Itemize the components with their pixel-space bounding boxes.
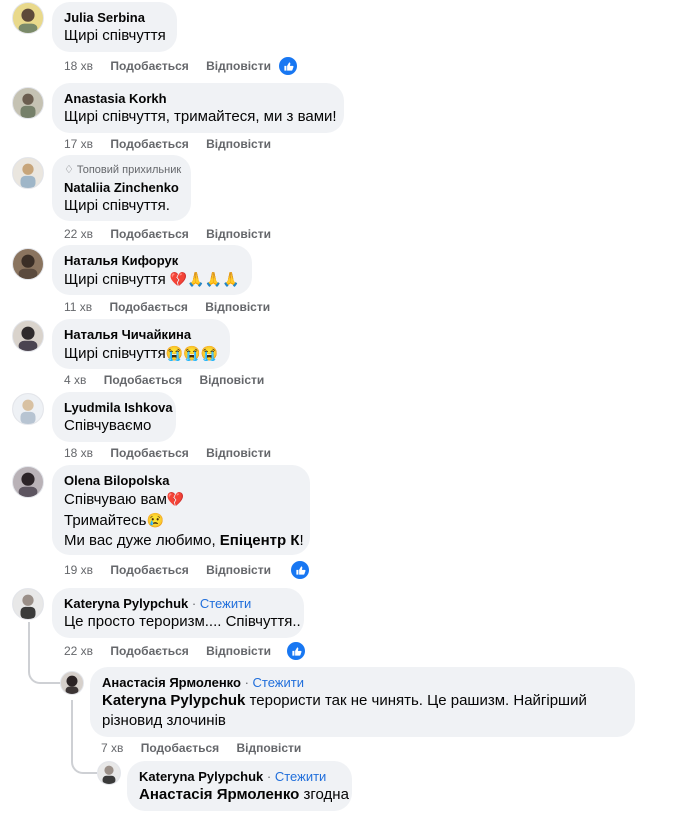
avatar[interactable] [12,393,44,425]
comment-text: Щирі співчуття [64,27,166,44]
avatar[interactable] [12,248,44,280]
reply-button[interactable]: Відповісти [205,300,270,314]
comment-text: Kateryna Pylypchuk терористи так не чиня… [102,692,587,709]
like-button[interactable]: Подобається [110,644,188,658]
like-reaction-icon[interactable] [285,640,307,662]
comment-text: Щирі співчуття, тримайтеся, ми з вами! [64,108,337,125]
comment-author: Kateryna Pylypchuk · Стежити [139,769,327,784]
comment-author[interactable]: Julia Serbina [64,10,165,26]
comment-time[interactable]: 11 хв [64,300,92,314]
avatar[interactable] [12,588,44,620]
comment-author[interactable]: Наталья Кифорук [64,253,240,269]
like-reaction-icon[interactable] [277,55,299,77]
comment-time[interactable]: 18 хв [64,59,93,73]
comment-author[interactable]: Nataliia Zinchenko [64,180,179,196]
comment-text: Співчуваємо [64,417,152,434]
comment-text: Ми вас дуже любимо, Епіцентр К! [64,532,304,549]
comment-actions: 22 хв Подобається Відповісти [64,643,285,659]
reply-button[interactable]: Відповісти [206,446,271,460]
sad-face-emoji: 😢 [146,512,164,528]
comment-author[interactable]: Anastasia Korkh [64,91,332,107]
like-button[interactable]: Подобається [110,59,188,73]
comment-text: різновид злочинів [102,712,226,729]
comment-actions: 19 хв Подобається Відповісти [64,562,285,578]
like-button[interactable]: Подобається [110,446,188,460]
comment-bubble: Наталья Кифорук Щирі співчуття 💔🙏🙏🙏 [52,245,252,295]
comment-bubble: Kateryna Pylypchuk · Стежити Анастасія Я… [127,761,352,811]
comment-text: Співчуваю вам💔 [64,491,185,508]
comment-author[interactable]: Lyudmila Ishkova [64,400,173,416]
comment-time[interactable]: 22 хв [64,227,93,241]
follow-link[interactable]: Стежити [253,675,304,690]
comment-bubble: Наталья Чичайкина Щирі співчуття😭😭😭 [52,319,230,369]
comment-author[interactable]: Olena Bilopolska [64,473,298,489]
reply-button[interactable]: Відповісти [206,563,271,577]
crying-emoji: 😭😭😭 [165,345,219,361]
page-mention[interactable]: Епіцентр К [220,532,300,549]
avatar[interactable] [60,671,84,695]
comment-actions: 11 хв Подобається Відповісти [64,299,284,315]
comment-text: Анастасія Ярмоленко згодна [139,786,349,803]
comment-text: Це просто тероризм.... Співчуття.. [64,613,301,630]
comment-bubble: Анастасія Ярмоленко · Стежити Kateryna P… [90,667,635,737]
broken-heart-emoji: 💔 [166,491,185,507]
user-mention[interactable]: Kateryna Pylypchuk [102,692,245,709]
broken-heart-praying-hands-emoji: 💔🙏🙏🙏 [169,271,240,287]
comment-actions: 18 хв Подобається Відповісти [64,445,285,461]
comment-text: Щирі співчуття. [64,197,170,214]
reply-button[interactable]: Відповісти [199,373,264,387]
comment-bubble: Anastasia Korkh Щирі співчуття, тримайте… [52,83,344,133]
comment-actions: 4 хв Подобається Відповісти [64,372,278,388]
comment-bubble: Julia Serbina Щирі співчуття [52,2,177,52]
comment-text: Тримайтесь😢 [64,512,164,529]
comment-author: Kateryna Pylypchuk · Стежити [64,596,252,611]
like-reaction-icon[interactable] [289,559,311,581]
like-button[interactable]: Подобається [110,563,188,577]
comment-text: Щирі співчуття 💔🙏🙏🙏 [64,271,240,288]
avatar[interactable] [12,87,44,119]
comment-actions: 18 хв Подобається Відповісти [64,58,285,74]
comment-actions: 17 хв Подобається Відповісти [64,136,285,152]
like-button[interactable]: Подобається [110,227,188,241]
comment-text: Щирі співчуття😭😭😭 [64,345,219,362]
avatar[interactable] [12,466,44,498]
avatar[interactable] [12,157,44,189]
comment-time[interactable]: 4 хв [64,373,86,387]
reply-button[interactable]: Відповісти [236,741,301,755]
comment-time[interactable]: 18 хв [64,446,93,460]
like-button[interactable]: Подобається [141,741,219,755]
top-fan-badge: ♢ Топовий прихильник [64,164,182,176]
comment-bubble: Lyudmila Ishkova Співчуваємо [52,392,176,442]
comment-bubble: ♢ Топовий прихильник Nataliia Zinchenko Щ… [52,155,191,221]
comment-author: Анастасія Ярмоленко · Стежити [102,675,304,690]
avatar[interactable] [12,2,44,34]
follow-link[interactable]: Стежити [275,769,326,784]
comment-time[interactable]: 22 хв [64,644,93,658]
like-button[interactable]: Подобається [104,373,182,387]
comment-time[interactable]: 7 хв [101,741,123,755]
diamond-icon: ♢ [64,164,74,176]
user-mention[interactable]: Анастасія Ярмоленко [139,786,299,803]
avatar[interactable] [97,761,121,785]
comment-time[interactable]: 17 хв [64,137,93,151]
comment-bubble: Kateryna Pylypchuk · Стежити Це просто т… [52,588,304,638]
reply-button[interactable]: Відповісти [206,644,271,658]
comment-author[interactable]: Наталья Чичайкина [64,327,218,343]
comment-actions: 7 хв Подобається Відповісти [101,740,315,756]
comment-bubble: Olena Bilopolska Співчуваю вам💔 Тримайте… [52,465,310,555]
comment-time[interactable]: 19 хв [64,563,93,577]
follow-link[interactable]: Стежити [200,596,251,611]
reply-button[interactable]: Відповісти [206,59,271,73]
comment-actions: 22 хв Подобається Відповісти [64,226,285,242]
like-button[interactable]: Подобається [110,300,188,314]
reply-button[interactable]: Відповісти [206,137,271,151]
like-button[interactable]: Подобається [110,137,188,151]
reply-button[interactable]: Відповісти [206,227,271,241]
avatar[interactable] [12,320,44,352]
